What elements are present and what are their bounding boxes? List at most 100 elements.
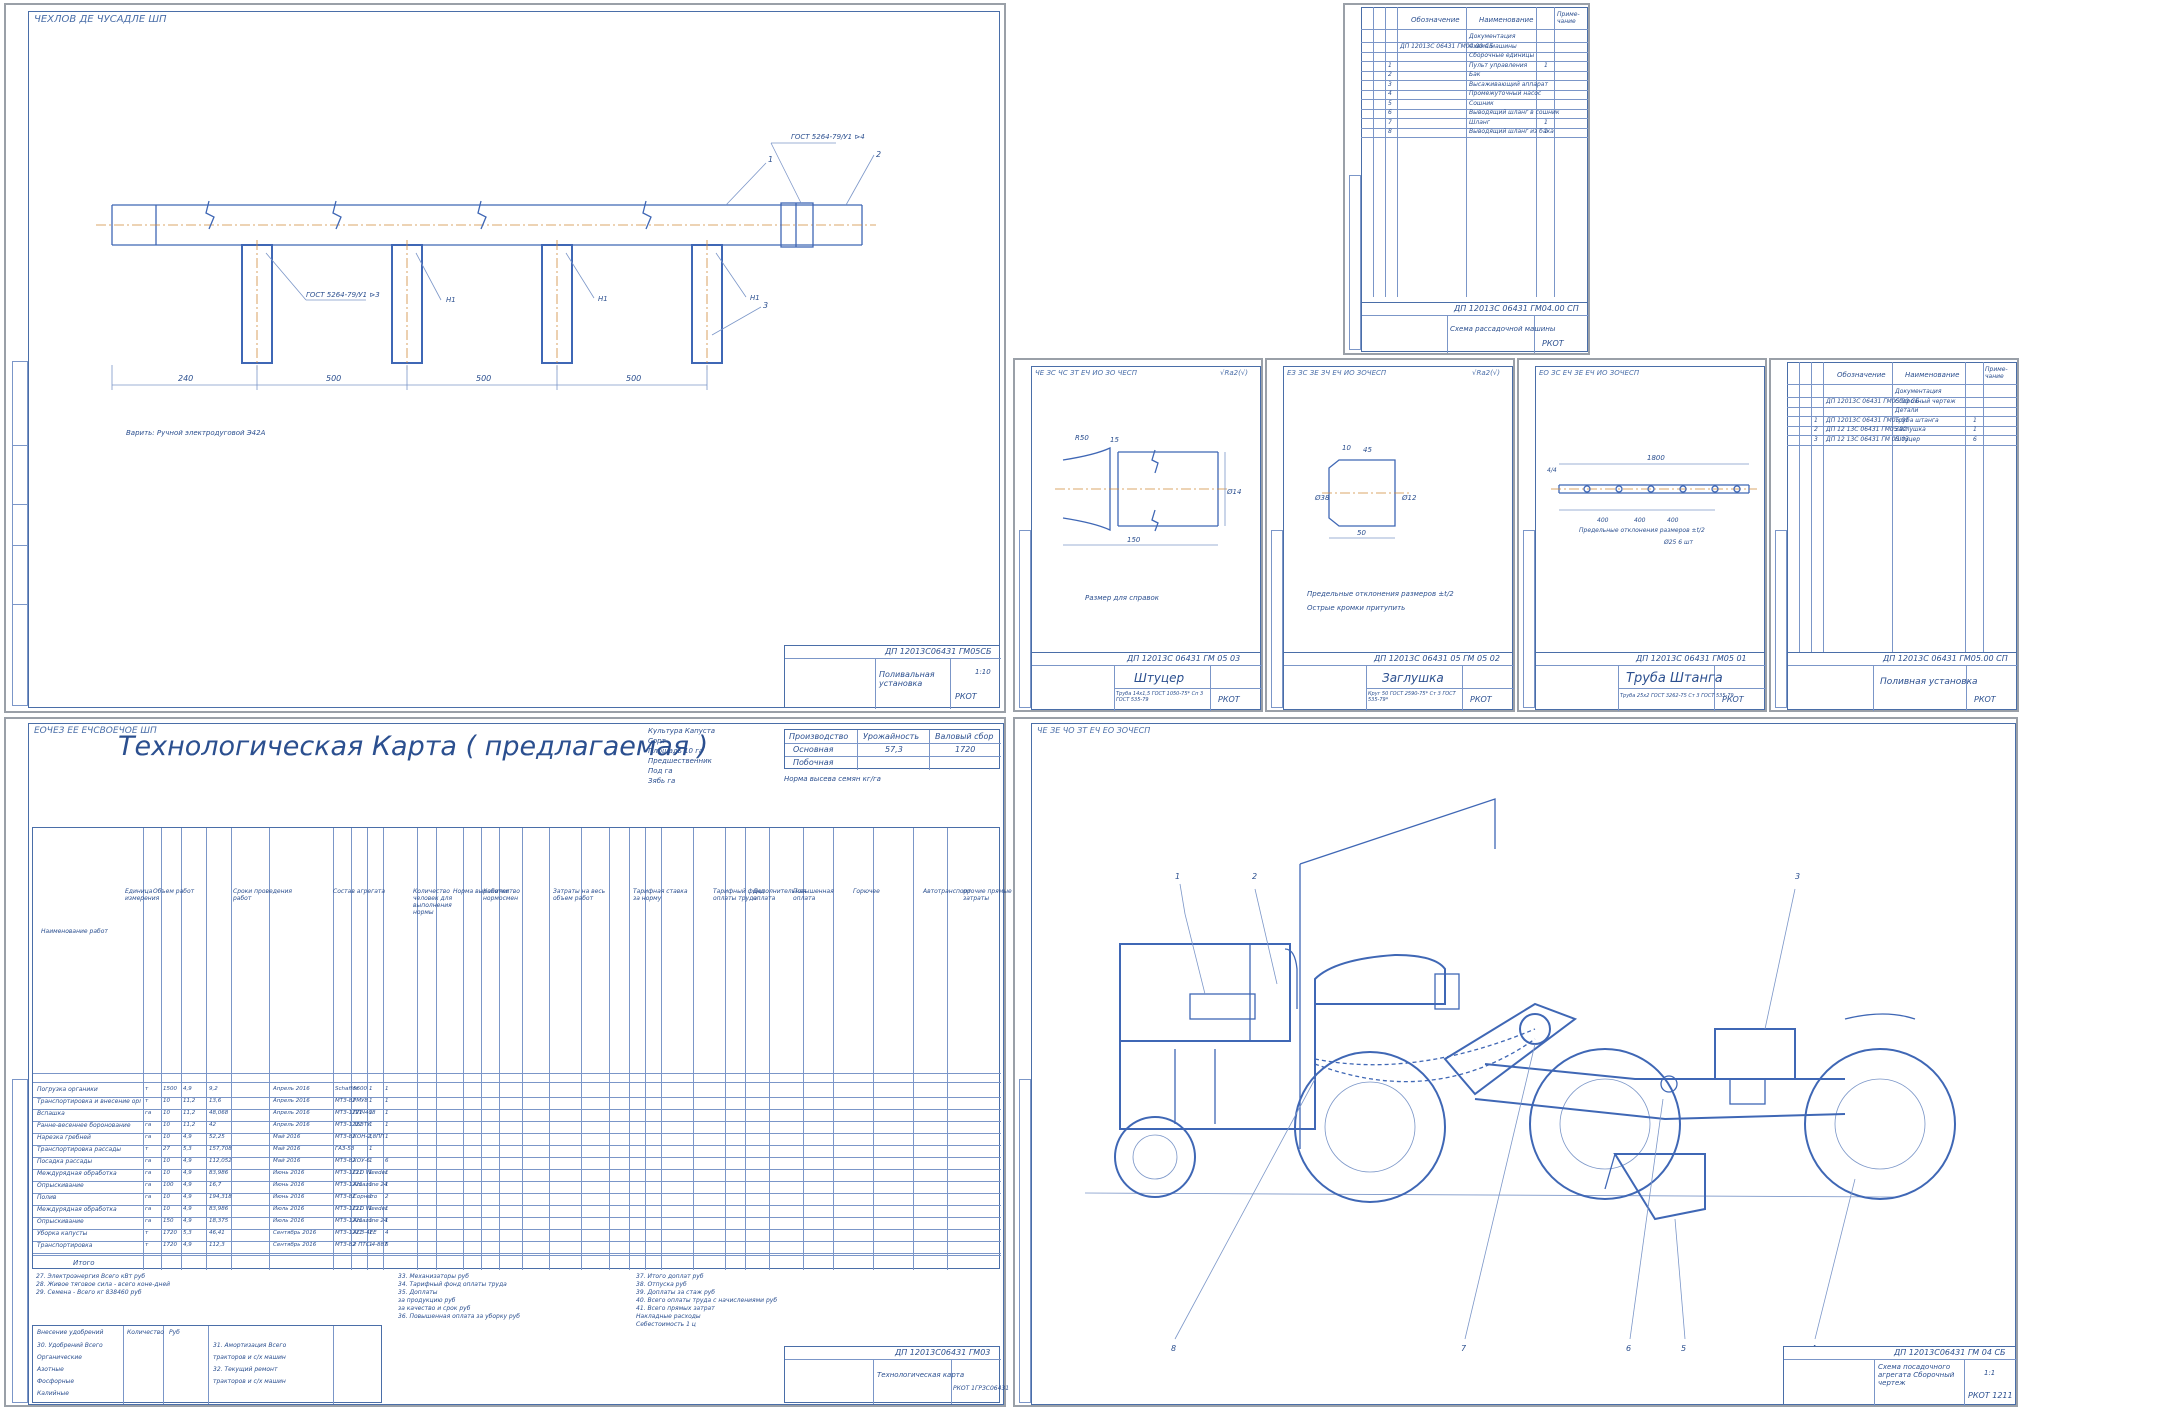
table-cell: т [145,1086,149,1092]
meta-line: Сорт [648,737,666,745]
title-block: ДП 12013С06431 ГМ05СБ Поливальная устано… [784,645,1001,709]
table-cell: 1 [369,1098,373,1104]
sheet-spec-2: Обозначение Наименование Приме-чание Док… [1769,358,2019,712]
tb-org: РКОТ [1218,695,1240,704]
title-block: ДП 12013С 06431 ГМ05 01 Труба Штанга Тру… [1535,652,1766,711]
callout-7: 7 [1461,1344,1467,1353]
tb-code: ДП 12013С06431 ГМ 04 СБ [1894,1348,2006,1357]
table-cell: Сентябрь 2016 [273,1242,317,1248]
spec-qty: 1 [1544,128,1548,135]
table-cell: га [145,1170,152,1176]
table-cell: 1 [369,1122,373,1128]
table-cell: 1 [369,1110,373,1116]
summary-head-0: Производство [789,732,849,741]
table-cell: 157,708 [209,1146,232,1152]
spec-name: Сборочный чертеж [1895,397,1956,405]
sheet-machine: ЧЕ ЗЕ ЧО ЗТ ЕЧ ЕО ЗОЧЕСП 1 2 3 5 6 7 8 Д… [1013,717,2018,1407]
spec-qty: 1 [1544,61,1548,69]
tb-name: Поливная установка [1880,677,1978,687]
table-header: Повышенная оплата [793,888,834,902]
table-row [33,1229,1001,1230]
dim-d14: Ø14 [1226,488,1241,496]
table-row [33,1193,1001,1194]
tb-material: Труба 25х2 ГОСТ 3262-75 Ст 3 ГОСТ 535-79 [1620,693,1734,699]
table-cell: АСЗ-4ЕЕ [353,1230,377,1236]
spec-pos: 2 [1814,426,1818,433]
table-cell: 1720 [163,1230,177,1236]
table-cell: 1 [385,1086,389,1092]
total-label: Итого [73,1259,95,1267]
tech-card-title: Технологическая Карта ( предлагаемая ) [118,731,709,762]
table-cell: Посадка рассады [37,1158,93,1165]
spec-name: Пульт управления [1469,61,1528,69]
title-block: ДП 12013С06431 ГМ03 Технологическая карт… [784,1346,1009,1404]
table-cell: Полив [37,1194,57,1201]
summary-r2-0: Побочная [793,758,834,767]
table-cell: Сорнето [353,1194,378,1200]
spec-pos: 1 [1814,416,1818,424]
tb-name: Схема посадочного агрегата Сборочный чер… [1878,1363,1955,1387]
note-line: за продукцию руб [398,1297,456,1304]
table-cell: Транспортировка и внесение органики [37,1098,141,1105]
spec-name: Документация [1895,388,1942,395]
zaglushka-note1: Предельные отклонения размеров ±t/2 [1307,590,1454,598]
table-cell: ХОУ-6 [353,1158,370,1164]
dim-150: 150 [1127,536,1141,544]
callout-8: 8 [1171,1344,1176,1353]
small-row: Органические [37,1354,82,1361]
table-cell: 11,2 [183,1098,196,1104]
tb-scale: 1:1 [1984,1369,1996,1377]
table-row [33,1133,1001,1134]
table-header: Сроки проведения работ [233,888,293,902]
table-cell: 10 [163,1122,170,1128]
table-cell: 1 [385,1122,389,1128]
table-cell: 1 [385,1110,389,1116]
table-header: Состав агрегата [333,888,386,895]
summary-r1-1: 57,3 [885,745,903,754]
table-header: Количество нормосмен [483,888,520,902]
table-col-line [693,828,694,1270]
spec-name: Сошник [1469,99,1494,107]
table-cell: га [145,1122,152,1128]
table-cell: Июль 2016 [273,1206,305,1212]
dim-400-1: 400 [1597,517,1609,524]
table-cell: 6 [385,1242,389,1248]
spec-pos: 4 [1388,90,1392,97]
note-line: 35. Доплаты [398,1289,438,1296]
spec-pos: 1 [1388,61,1392,69]
spec-name: Документация [1469,33,1516,40]
callout-3: 3 [763,301,768,310]
note-line: Себестоимость 1 ц [636,1321,696,1328]
shtutser-note: Размер для справок [1085,594,1160,602]
spec-name: Промежуточный насос [1469,90,1542,97]
small-head: Количество [127,1329,164,1336]
weld-mark-2: Н1 [598,295,608,303]
spec-head-designation: Обозначение [1837,371,1886,379]
note-line: 41. Всего прямых затрат [636,1305,715,1312]
callout-1: 1 [1175,872,1180,881]
table-cell: 1 [385,1218,389,1224]
sheet-spec-1: Обозначение Наименование Приме-чание Док… [1343,3,1590,355]
table-cell: 1 [385,1170,389,1176]
dim-500-2: 500 [476,374,491,383]
dim-400-2: 400 [1634,517,1646,524]
spec-qty: 1 [1544,118,1548,126]
table-cell: Май 2016 [273,1134,301,1140]
truba-note1: Предельные отклонения размеров ±t/2 [1579,527,1705,534]
table-row [33,1109,1001,1110]
table-cell: 46,41 [209,1230,225,1236]
table-cell: 18,375 [209,1218,229,1224]
table-row [33,1169,1001,1170]
small-head: Внесение удобрений [37,1329,104,1336]
table-cell: т [145,1098,149,1104]
table-header: Наименование работ [41,928,108,935]
table-cell: га [145,1194,152,1200]
table-cell: РМУ8 [353,1098,368,1104]
title-block: ДП 12013С 06431 05 ГМ 05 02 Заглушка Кру… [1283,652,1514,711]
meta-line: Предшественник [648,757,712,765]
table-header: Затраты на весь объем работ [553,888,606,902]
table-cell: Вспашка [37,1110,65,1117]
small-mid: 32. Текущий ремонт [213,1366,278,1373]
table-cell: 1 [385,1182,389,1188]
title-block: ДП 12013С 06431 ГМ04.00 СП Схема рассадо… [1361,302,1589,353]
